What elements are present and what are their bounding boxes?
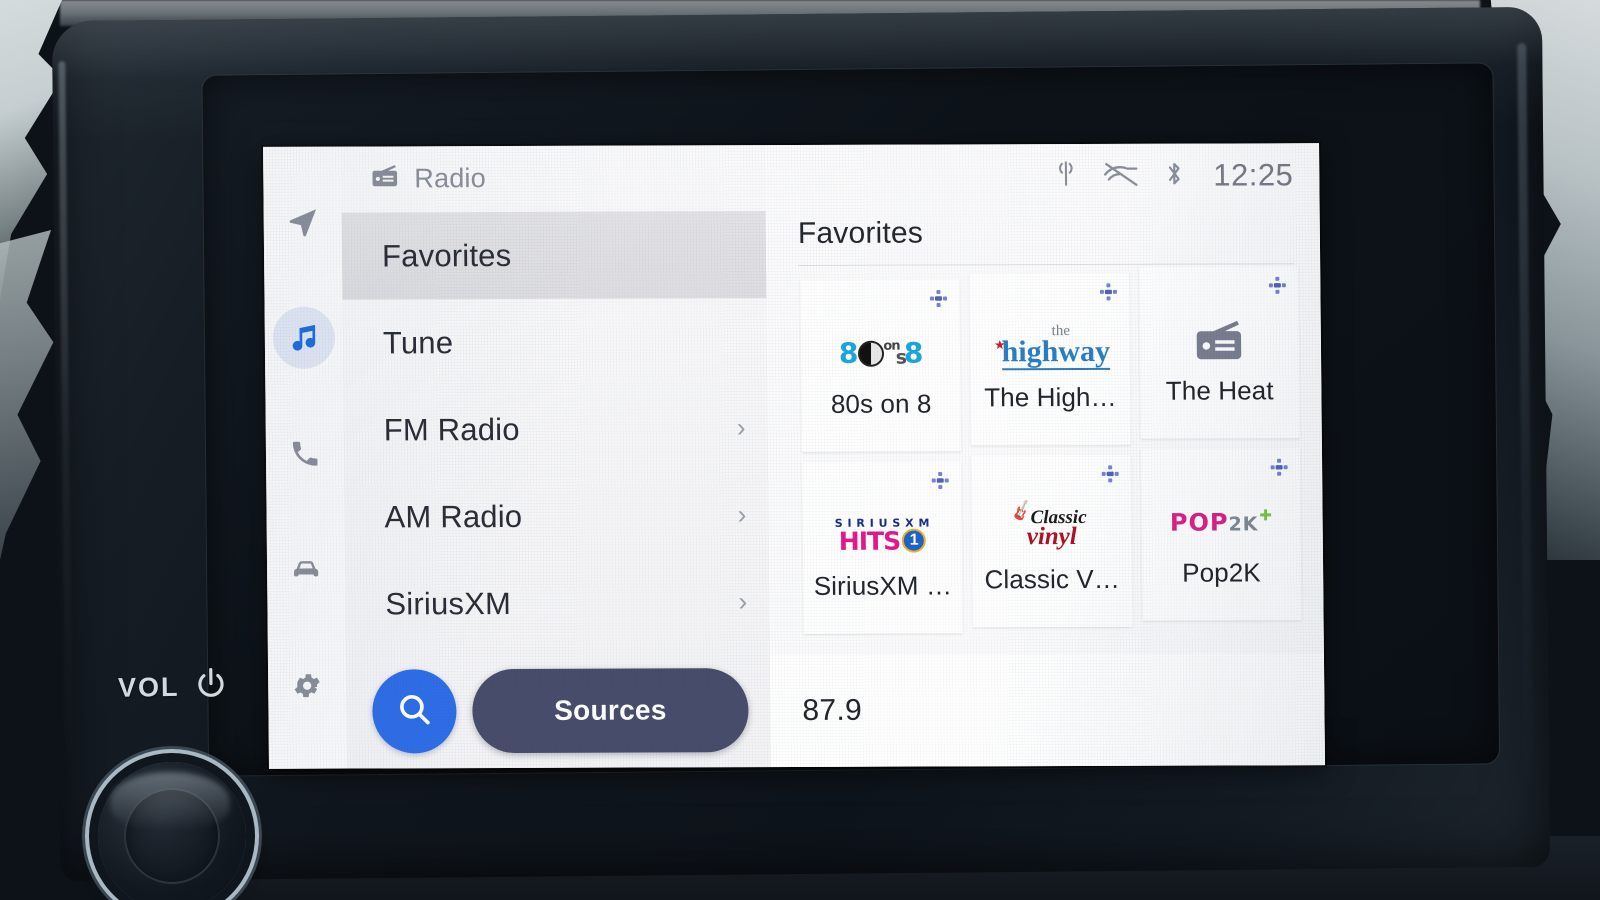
car-icon (289, 553, 323, 587)
list-item-fm-radio[interactable]: FM Radio › (343, 385, 768, 473)
status-bar: 12:25 (765, 143, 1320, 209)
radio-icon (1191, 309, 1248, 371)
sidebar-rail (263, 146, 347, 769)
volume-label: VOL (117, 671, 180, 703)
radio-icon (369, 160, 400, 196)
list-item-favorites[interactable]: Favorites (341, 211, 767, 300)
power-icon[interactable] (191, 665, 230, 709)
call-muted-icon (1101, 158, 1141, 193)
list-item-label: AM Radio (384, 498, 523, 534)
favorite-tile[interactable]: The Heat (1138, 266, 1300, 439)
ambient-reflection-left-mid (0, 230, 54, 560)
infotainment-screen[interactable]: Radio Favorites Tune FM Radio › AM Radio (263, 143, 1325, 769)
list-item-label: Favorites (381, 237, 512, 273)
music-note-icon (287, 321, 321, 355)
phone-icon (289, 438, 321, 470)
volume-label-group: VOL (118, 665, 230, 710)
chevron-right-icon: › (736, 411, 746, 442)
drag-handle-icon[interactable] (1268, 276, 1286, 294)
list-item-am-radio[interactable]: AM Radio › (344, 472, 769, 560)
drag-handle-icon[interactable] (930, 289, 948, 307)
search-button[interactable] (372, 669, 457, 754)
favorite-tile[interactable]: S I R I U S X M HITS 1 SiriusXM … (802, 461, 964, 634)
sidebar-item-navigation[interactable] (271, 191, 334, 253)
drag-handle-icon[interactable] (1270, 458, 1288, 476)
favorite-tile-label: The High… (984, 381, 1117, 412)
sidebar-item-media[interactable] (272, 306, 336, 369)
chevron-right-icon: › (738, 585, 748, 616)
frequency-label: 87.9 (802, 693, 863, 727)
source-list-panel: Radio Favorites Tune FM Radio › AM Radio (341, 145, 771, 769)
navigation-arrow-icon (286, 205, 320, 239)
favorite-tile-label: The Heat (1165, 374, 1274, 406)
sources-button-label: Sources (553, 694, 667, 726)
siriusxm-hits-1-logo: S I R I U S X M HITS 1 (834, 516, 930, 556)
dashboard-photo: Radio Favorites Tune FM Radio › AM Radio (0, 0, 1600, 900)
favorite-tile[interactable]: 8 on s 8 80s on 8 (800, 279, 962, 452)
list-item-tune[interactable]: Tune (342, 298, 767, 386)
sidebar-item-settings[interactable] (276, 655, 339, 717)
list-item-label: SiriusXM (385, 585, 512, 621)
search-icon (394, 689, 434, 734)
source-list: Favorites Tune FM Radio › AM Radio › Sir… (341, 209, 770, 664)
chevron-right-icon: › (737, 498, 747, 529)
bluetooth-icon (1163, 158, 1185, 193)
the-highway-logo: the ★highway (993, 322, 1111, 370)
favorites-grid: 8 on s 8 80s on 8 the ★highway The High…… (766, 264, 1324, 634)
list-item-label: Tune (382, 324, 454, 360)
drag-handle-icon[interactable] (931, 471, 950, 489)
list-item-siriusxm[interactable]: SiriusXM › (345, 559, 770, 647)
list-header-label: Radio (414, 162, 487, 193)
list-footer: Sources (346, 663, 771, 768)
bezel-edge-highlight-right (1517, 43, 1534, 804)
sidebar-item-vehicle[interactable] (275, 539, 338, 601)
favorite-tile[interactable]: POP 2K ✚ Pop2K (1140, 448, 1302, 621)
wireless-charging-off-icon (1053, 159, 1079, 194)
favorite-tile-label: SiriusXM … (813, 569, 953, 601)
pop2k-logo: POP 2K ✚ (1169, 505, 1274, 537)
favorite-tile-label: Classic V… (984, 563, 1121, 594)
favorite-tile[interactable]: 🎸 Classic vinyl Classic V… (971, 454, 1133, 628)
favorite-tile-label: 80s on 8 (830, 388, 932, 419)
favorite-tile-label: Pop2K (1182, 556, 1261, 588)
drag-handle-icon[interactable] (1101, 465, 1119, 483)
page-title: Favorites (797, 216, 924, 250)
bezel-edge-highlight-left (58, 61, 73, 762)
gear-icon (291, 670, 323, 702)
sources-button[interactable]: Sources (472, 668, 749, 754)
now-playing-bar[interactable]: 87.9 (769, 653, 1325, 768)
favorite-tile[interactable]: the ★highway The High… (969, 272, 1131, 446)
list-header: Radio (341, 145, 766, 210)
clock: 12:25 (1213, 157, 1294, 193)
drag-handle-icon[interactable] (1099, 283, 1117, 301)
80s-on-8-logo: 8 on s 8 (838, 336, 923, 370)
classic-vinyl-logo: 🎸 Classic vinyl (1010, 500, 1087, 551)
sidebar-item-phone[interactable] (274, 423, 337, 485)
list-item-label: FM Radio (383, 411, 520, 447)
content-panel: 12:25 Favorites 8 on s 8 80s on 8 the ★h… (765, 143, 1325, 768)
